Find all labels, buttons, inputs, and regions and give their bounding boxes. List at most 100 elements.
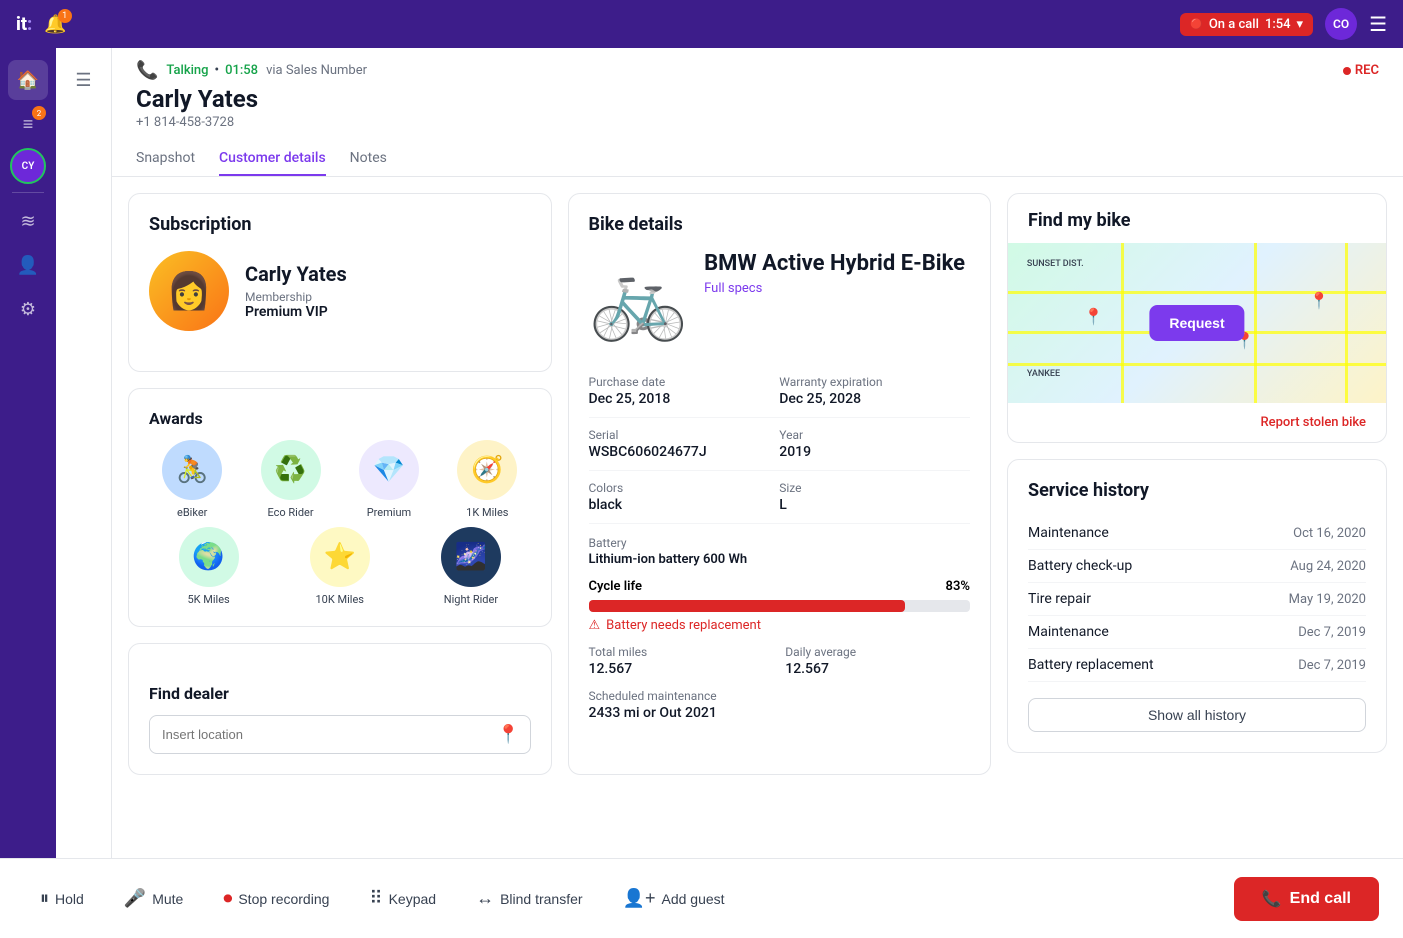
size-row: Size L [779, 471, 970, 524]
total-miles-block: Total miles 12.567 [589, 645, 774, 677]
map-bg: SUNSET DIST. YANKEE 📍 📍 📍 Request [1008, 243, 1386, 403]
stop-recording-button[interactable]: ⏺ Stop recording [207, 878, 345, 919]
cycle-pct: 83% [946, 579, 970, 594]
warranty-row: Warranty expiration Dec 25, 2028 [779, 365, 970, 418]
call-status-left: 📞 Talking • 01:58 via Sales Number [136, 60, 367, 81]
total-miles-label: Total miles [589, 645, 774, 659]
tab-notes[interactable]: Notes [350, 142, 387, 176]
year-label: Year [779, 428, 970, 442]
map-road-h3 [1008, 363, 1386, 366]
award-5kmiles: 🌍 5K Miles [149, 527, 268, 606]
award-label-5kmiles: 5K Miles [187, 593, 229, 606]
award-icon-1kmiles: 🧭 [457, 440, 517, 500]
blind-transfer-button[interactable]: ↔ Blind transfer [460, 878, 598, 919]
award-icon-5kmiles: 🌍 [179, 527, 239, 587]
on-call-time: 1:54 [1265, 17, 1291, 32]
service-name-3: Maintenance [1028, 624, 1109, 640]
blind-transfer-icon: ↔ [476, 888, 494, 909]
stop-recording-icon: ⏺ [223, 888, 232, 909]
warranty-label: Warranty expiration [779, 375, 970, 389]
bike-header: 🚲 BMW Active Hybrid E-Bike Full specs [589, 251, 971, 345]
battery-label: Battery [589, 536, 971, 550]
location-pin-icon[interactable]: 📍 [487, 716, 529, 753]
award-icon-10kmiles: ⭐ [310, 527, 370, 587]
full-specs-link[interactable]: Full specs [704, 281, 965, 296]
content-area: 📞 Talking • 01:58 via Sales Number REC C… [112, 48, 1403, 858]
end-call-phone-icon: 📞 [1262, 889, 1282, 909]
miles-row: Total miles 12.567 Daily average 12.567 [589, 645, 971, 677]
dealer-input-row[interactable]: 📍 [149, 715, 531, 754]
find-dealer-title: Find dealer [149, 684, 531, 703]
map-pin-1: 📍 [1084, 307, 1104, 326]
scheduled-value: 2433 mi or Out 2021 [589, 705, 971, 721]
sub-tier: Premium VIP [245, 304, 347, 320]
add-guest-button[interactable]: 👤+ Add guest [607, 878, 741, 919]
sidebar-item-home[interactable]: 🏠 [8, 60, 48, 100]
service-row-3: Maintenance Dec 7, 2019 [1028, 616, 1366, 649]
customer-phone: +1 814-458-3728 [136, 115, 1379, 130]
end-call-button[interactable]: 📞 End call [1234, 877, 1379, 921]
scheduled-maint-section: Scheduled maintenance 2433 mi or Out 202… [589, 689, 971, 721]
keypad-button[interactable]: ⠿ Keypad [353, 878, 452, 919]
app-logo[interactable]: it: [16, 14, 32, 35]
menu-icon[interactable]: ☰ [1369, 12, 1387, 36]
mute-icon: 🎤 [124, 888, 146, 909]
main-layout: 🏠 ≡ 2 CY ≋ 👤 ⚙ ☰ 📞 Talking • 01:58 [0, 48, 1403, 858]
service-row-0: Maintenance Oct 16, 2020 [1028, 517, 1366, 550]
awards-title: Awards [149, 409, 531, 428]
colors-label: Colors [589, 481, 780, 495]
top-bar-right: 🔴 On a call 1:54 ▾ CO ☰ [1180, 8, 1387, 40]
progress-bar-bg [589, 600, 971, 612]
on-call-badge[interactable]: 🔴 On a call 1:54 ▾ [1180, 13, 1313, 36]
tabs: Snapshot Customer details Notes [136, 142, 1379, 176]
report-stolen-link[interactable]: Report stolen bike [1260, 415, 1366, 430]
sidebar-avatar-cy[interactable]: CY [10, 148, 46, 184]
service-name-0: Maintenance [1028, 525, 1109, 541]
user-avatar[interactable]: CO [1325, 8, 1357, 40]
award-icon-nightrider: 🌌 [441, 527, 501, 587]
map-road-v3 [1345, 243, 1348, 403]
sidebar-item-tasks[interactable]: ≋ [8, 201, 48, 241]
call-duration: 01:58 [225, 63, 258, 78]
sec-icon-menu[interactable]: ☰ [64, 60, 104, 100]
cycle-life-section: Cycle life 83% ⚠ Battery needs replaceme… [589, 579, 971, 633]
sidebar-item-contacts[interactable]: 👤 [8, 245, 48, 285]
tab-customer-details[interactable]: Customer details [219, 142, 326, 176]
service-name-4: Battery replacement [1028, 657, 1154, 673]
service-row-1: Battery check-up Aug 24, 2020 [1028, 550, 1366, 583]
on-call-dropdown-icon[interactable]: ▾ [1297, 17, 1304, 32]
content-grid: Subscription 👩 Carly Yates Membership Pr… [112, 177, 1403, 791]
mute-button[interactable]: 🎤 Mute [108, 878, 200, 919]
call-status-bar: 📞 Talking • 01:58 via Sales Number REC [136, 60, 1379, 81]
service-name-1: Battery check-up [1028, 558, 1132, 574]
find-dealer-card: Find dealer 📍 [128, 643, 552, 775]
award-icon-premium: 💎 [359, 440, 419, 500]
awards-grid-top: 🚴 eBiker ♻️ Eco Rider 💎 Premium 🧭 [149, 440, 531, 519]
service-date-2: May 19, 2020 [1289, 592, 1366, 607]
request-button[interactable]: Request [1149, 305, 1244, 341]
award-nightrider: 🌌 Night Rider [411, 527, 530, 606]
rec-dot [1343, 67, 1351, 75]
hold-button[interactable]: ⏸ Hold [24, 878, 100, 919]
battery-value: Lithium-ion battery 600 Wh [589, 552, 971, 567]
bike-name: BMW Active Hybrid E-Bike [704, 251, 965, 277]
sidebar-item-more[interactable]: ⚙ [8, 289, 48, 329]
size-label: Size [779, 481, 970, 495]
sidebar-item-inbox[interactable]: ≡ 2 [8, 104, 48, 144]
bike-info: BMW Active Hybrid E-Bike Full specs [704, 251, 965, 345]
total-miles-value: 12.567 [589, 661, 774, 677]
find-bike-card: Find my bike SUNSET DIST. [1007, 193, 1387, 443]
tab-snapshot[interactable]: Snapshot [136, 142, 195, 176]
sidebar-divider [12, 192, 44, 193]
right-column: Find my bike SUNSET DIST. [1007, 193, 1387, 775]
hold-icon: ⏸ [40, 888, 49, 909]
show-all-history-button[interactable]: Show all history [1028, 698, 1366, 732]
battery-section: Battery Lithium-ion battery 600 Wh [589, 536, 971, 567]
dealer-location-input[interactable] [150, 719, 487, 750]
award-premium: 💎 Premium [346, 440, 432, 519]
bike-details-grid: Purchase date Dec 25, 2018 Warranty expi… [589, 365, 971, 524]
awards-card: Awards 🚴 eBiker ♻️ Eco Rider 💎 Premium [128, 388, 552, 627]
keypad-icon: ⠿ [369, 888, 382, 909]
scheduled-label: Scheduled maintenance [589, 689, 971, 703]
year-value: 2019 [779, 444, 970, 460]
